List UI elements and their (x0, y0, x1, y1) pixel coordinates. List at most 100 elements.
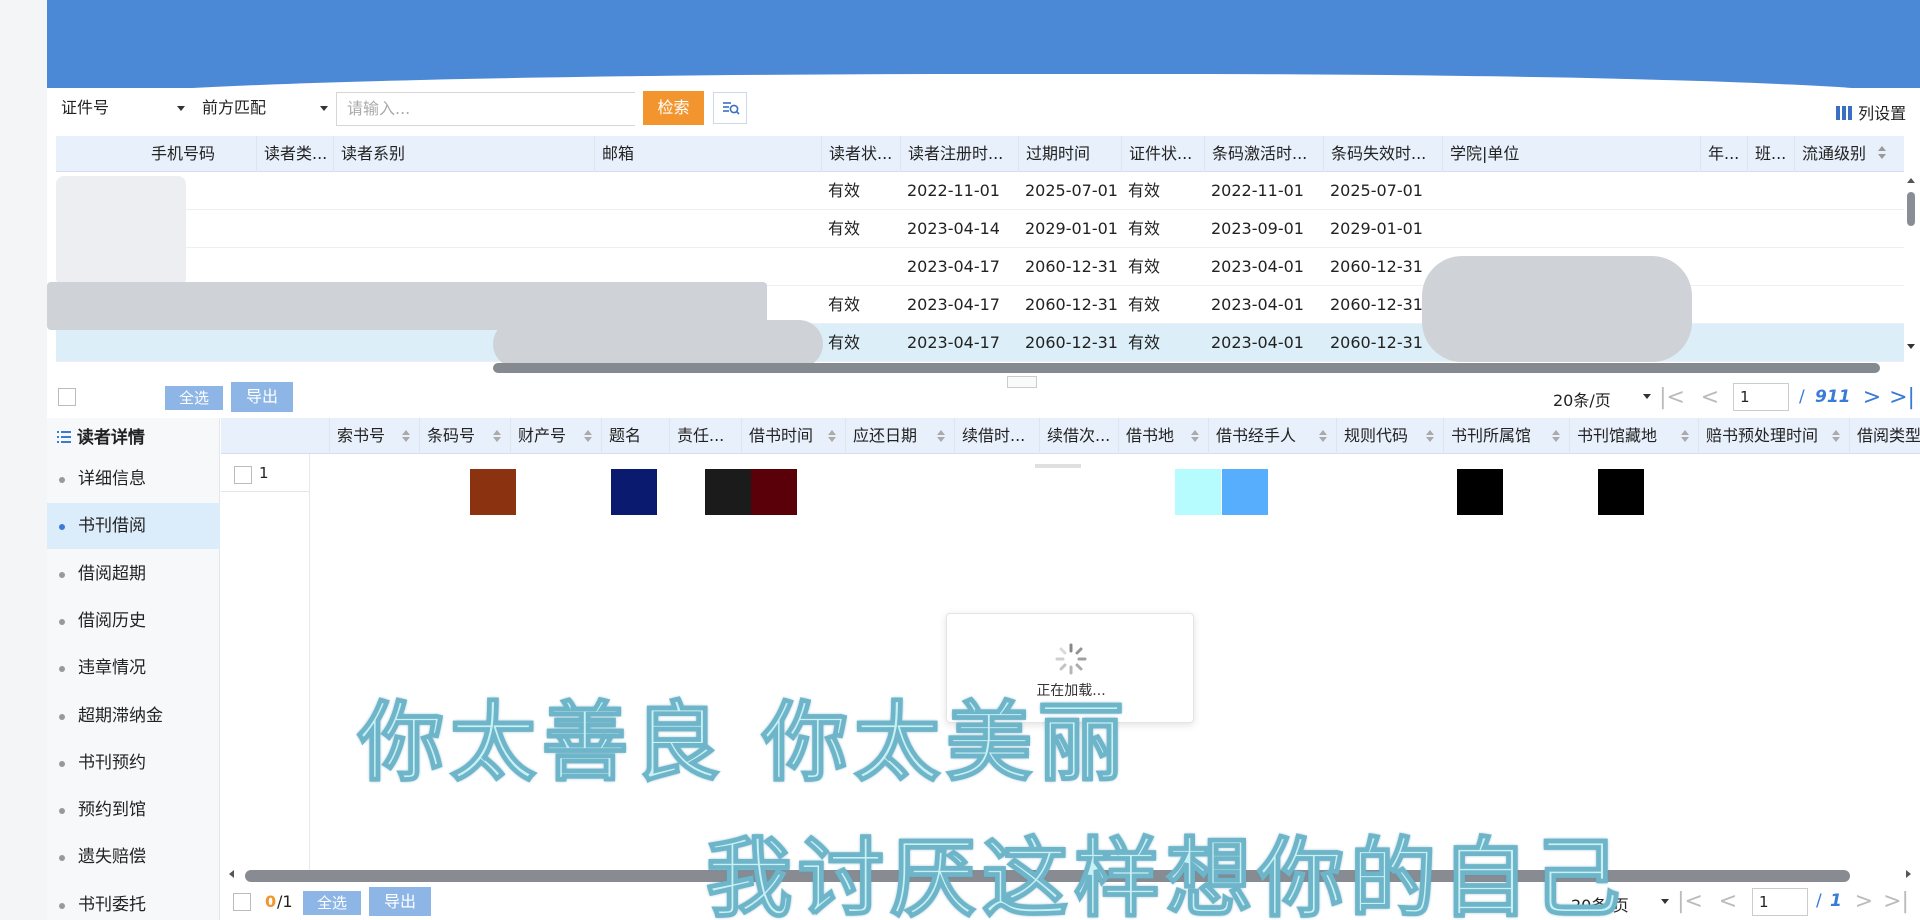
next-page-button[interactable]: > (1849, 885, 1879, 919)
prev-page-button[interactable]: < (1713, 885, 1743, 919)
col-header-barcode-expire[interactable]: 条码失效时... (1323, 136, 1441, 172)
page-number-input[interactable]: 1 (1752, 888, 1808, 916)
col-header-reader-status[interactable]: 读者状... (821, 136, 899, 172)
sort-asc-icon[interactable] (584, 430, 592, 435)
prev-page-button[interactable]: < (1695, 381, 1725, 415)
col-header-loan-8[interactable]: 续借时... (954, 418, 1039, 454)
col-header-loan-12[interactable]: 规则代码 (1336, 418, 1443, 454)
horizontal-scrollbar-top[interactable] (493, 363, 1880, 373)
sidebar-item-2[interactable]: 书刊借阅 (47, 503, 220, 550)
row-checkbox[interactable] (234, 466, 252, 484)
sort-desc-icon[interactable] (1319, 437, 1327, 442)
scroll-left-icon[interactable] (229, 870, 234, 878)
col-header-card-status[interactable]: 证件状... (1121, 136, 1203, 172)
col-header-reader-type[interactable]: 读者类... (256, 136, 331, 172)
sidebar-item-9[interactable]: 遗失赔偿 (47, 834, 220, 880)
col-header-email[interactable]: 邮箱 (594, 136, 826, 172)
col-header-loan-2[interactable]: 条码号 (419, 418, 510, 454)
sort-asc-icon[interactable] (1426, 430, 1434, 435)
sort-desc-icon[interactable] (493, 437, 501, 442)
sort-desc-icon[interactable] (1681, 437, 1689, 442)
col-header-register-time[interactable]: 读者注册时... (900, 136, 1017, 172)
sidebar-item-8[interactable]: 预约到馆 (47, 787, 220, 833)
col-header-circulation-level[interactable]: 流通级别 (1794, 136, 1890, 172)
match-select[interactable]: 前方匹配 (188, 92, 336, 124)
last-page-button[interactable]: >| (1881, 885, 1911, 919)
export-button[interactable]: 导出 (369, 887, 431, 916)
sidebar-item-10[interactable]: 书刊委托 (47, 882, 220, 920)
search-button[interactable]: 检索 (643, 91, 704, 125)
sort-desc-icon[interactable] (402, 437, 410, 442)
col-header-loan-1[interactable]: 索书号 (329, 418, 419, 454)
sort-asc-icon[interactable] (493, 430, 501, 435)
col-header-barcode-activate[interactable]: 条码激活时... (1204, 136, 1322, 172)
col-header-loan-14[interactable]: 书刊馆藏地 (1569, 418, 1698, 454)
sort-desc-icon[interactable] (1426, 437, 1434, 442)
page-size-select[interactable]: 20条/页 (1553, 387, 1651, 411)
col-header-expire-time[interactable]: 过期时间 (1018, 136, 1120, 172)
sort-asc-icon[interactable] (828, 430, 836, 435)
sidebar-item-1[interactable]: 详细信息 (47, 456, 220, 502)
select-all-checkbox[interactable] (58, 388, 76, 406)
col-header-department[interactable]: 读者系别 (333, 136, 593, 172)
sort-desc-icon[interactable] (584, 437, 592, 442)
page-number-input[interactable]: 1 (1733, 383, 1789, 411)
column-settings-button[interactable]: 列设置 (1835, 100, 1906, 124)
sort-asc-icon[interactable] (1878, 146, 1886, 151)
col-header-loan-16[interactable]: 借阅类型 (1849, 418, 1920, 454)
export-button[interactable]: 导出 (231, 382, 293, 412)
col-header-loan-10[interactable]: 借书地 (1118, 418, 1208, 454)
col-header-loan-3[interactable]: 财产号 (510, 418, 601, 454)
sort-asc-icon[interactable] (1319, 430, 1327, 435)
col-header-phone[interactable]: 手机号码 (144, 136, 254, 172)
select-all-checkbox[interactable] (233, 893, 251, 911)
col-header-loan-9[interactable]: 续借次... (1039, 418, 1118, 454)
sort-desc-icon[interactable] (937, 437, 945, 442)
col-header-loan-11[interactable]: 借书经手人 (1208, 418, 1336, 454)
scroll-up-icon[interactable] (1907, 178, 1915, 183)
col-header-loan-6[interactable]: 借书时间 (741, 418, 845, 454)
panel-resize-handle[interactable] (1007, 376, 1037, 388)
sidebar-item-6[interactable]: 超期滞纳金 (47, 693, 220, 739)
scroll-thumb[interactable] (1907, 192, 1915, 226)
field-select[interactable]: 证件号 (47, 92, 187, 124)
sort-asc-icon[interactable] (1681, 430, 1689, 435)
col-header-loan-4[interactable]: 题名 (601, 418, 669, 454)
first-page-button[interactable]: |< (1657, 381, 1687, 415)
advanced-search-button[interactable] (713, 92, 747, 124)
table-row[interactable]: 有效 2023-04-14 2029-01-01 有效 2023-09-01 2029-0… (56, 210, 1904, 248)
sidebar-item-3[interactable]: 借阅超期 (47, 551, 220, 597)
sort-desc-icon[interactable] (1832, 437, 1840, 442)
select-all-toggle[interactable]: 全选 (303, 891, 361, 915)
sidebar-item-4[interactable]: 借阅历史 (47, 598, 220, 644)
column-divider (309, 454, 310, 870)
select-all-toggle[interactable]: 全选 (165, 386, 223, 410)
sort-desc-icon[interactable] (1191, 437, 1199, 442)
sort-asc-icon[interactable] (1191, 430, 1199, 435)
sort-asc-icon[interactable] (1552, 430, 1560, 435)
col-header-loan-7[interactable]: 应还日期 (845, 418, 954, 454)
sort-asc-icon[interactable] (1832, 430, 1840, 435)
table-row[interactable]: 有效 2022-11-01 2025-07-01 有效 2022-11-01 2025-0… (56, 172, 1904, 210)
vertical-scrollbar[interactable] (1904, 176, 1918, 356)
first-page-button[interactable]: |< (1675, 885, 1705, 919)
sort-asc-icon[interactable] (402, 430, 410, 435)
col-header-grade[interactable]: 年... (1700, 136, 1746, 172)
sidebar-item-7[interactable]: 书刊预约 (47, 740, 220, 786)
last-page-button[interactable]: >| (1887, 381, 1917, 415)
col-header-college[interactable]: 学院|单位 (1442, 136, 1699, 172)
sort-asc-icon[interactable] (937, 430, 945, 435)
sort-desc-icon[interactable] (1878, 154, 1886, 159)
sort-desc-icon[interactable] (1552, 437, 1560, 442)
sort-desc-icon[interactable] (828, 437, 836, 442)
col-header-loan-15[interactable]: 赔书预处理时间 (1698, 418, 1849, 454)
scroll-down-icon[interactable] (1907, 344, 1915, 349)
search-input[interactable]: 请输入... (336, 92, 635, 126)
sidebar-item-5[interactable]: 违章情况 (47, 645, 220, 691)
col-header-loan-13[interactable]: 书刊所属馆 (1443, 418, 1569, 454)
col-header-class[interactable]: 班... (1747, 136, 1793, 172)
col-header-loan-5[interactable]: 责任... (669, 418, 741, 454)
next-page-button[interactable]: > (1857, 381, 1887, 415)
masked-cell (611, 469, 657, 515)
scroll-right-icon[interactable] (1906, 870, 1911, 878)
